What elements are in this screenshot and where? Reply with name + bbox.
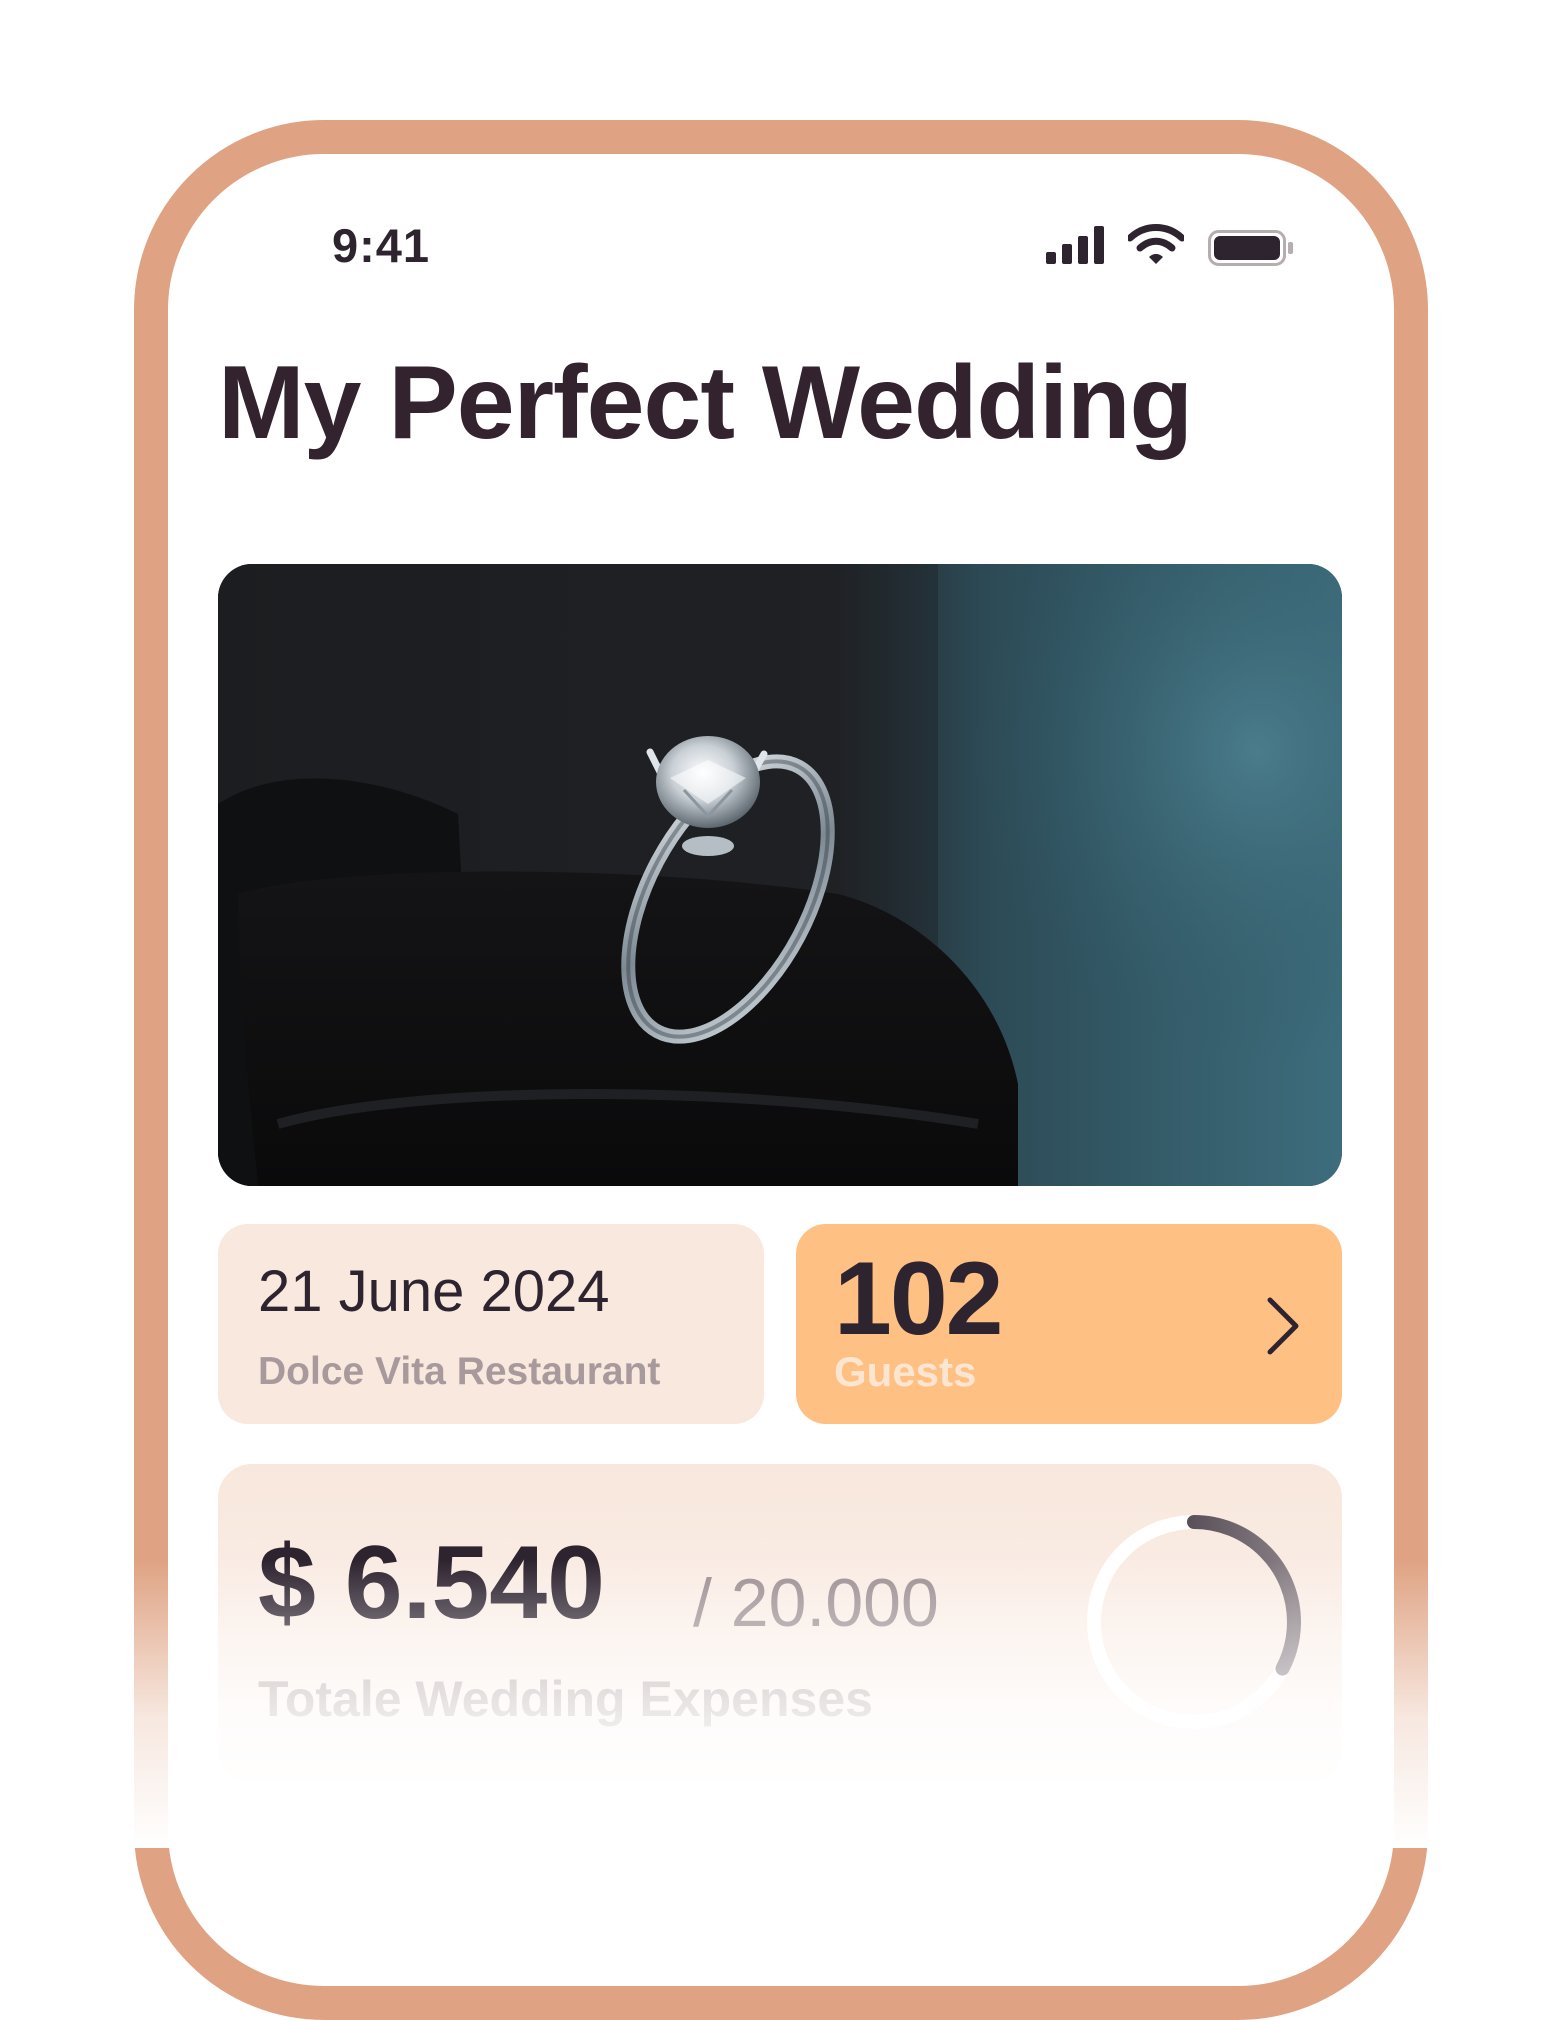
page-title: My Perfect Wedding	[218, 345, 1193, 461]
guests-label: Guests	[834, 1348, 977, 1395]
event-date-card[interactable]: 21 June 2024 Dolce Vita Restaurant	[218, 1224, 764, 1424]
event-date: 21 June 2024	[258, 1259, 610, 1324]
hero-image	[218, 564, 1342, 1186]
event-venue: Dolce Vita Restaurant	[258, 1350, 661, 1393]
battery-icon	[1208, 230, 1293, 266]
status-time: 9:41	[332, 219, 431, 272]
expenses-budget-total: / 20.000	[693, 1565, 939, 1641]
guests-button[interactable]: 102 Guests	[796, 1224, 1342, 1424]
signal-icon	[1046, 226, 1104, 264]
expenses-amount: $ 6.540	[258, 1525, 605, 1641]
expenses-card[interactable]: $ 6.540 / 20.000 Totale Wedding Expenses	[218, 1464, 1342, 1782]
expenses-label: Totale Wedding Expenses	[258, 1671, 873, 1727]
chevron-right-icon	[1267, 1297, 1299, 1355]
expenses-progress-ring	[1087, 1515, 1301, 1729]
wifi-icon	[1128, 224, 1184, 264]
guests-count: 102	[834, 1241, 1004, 1357]
